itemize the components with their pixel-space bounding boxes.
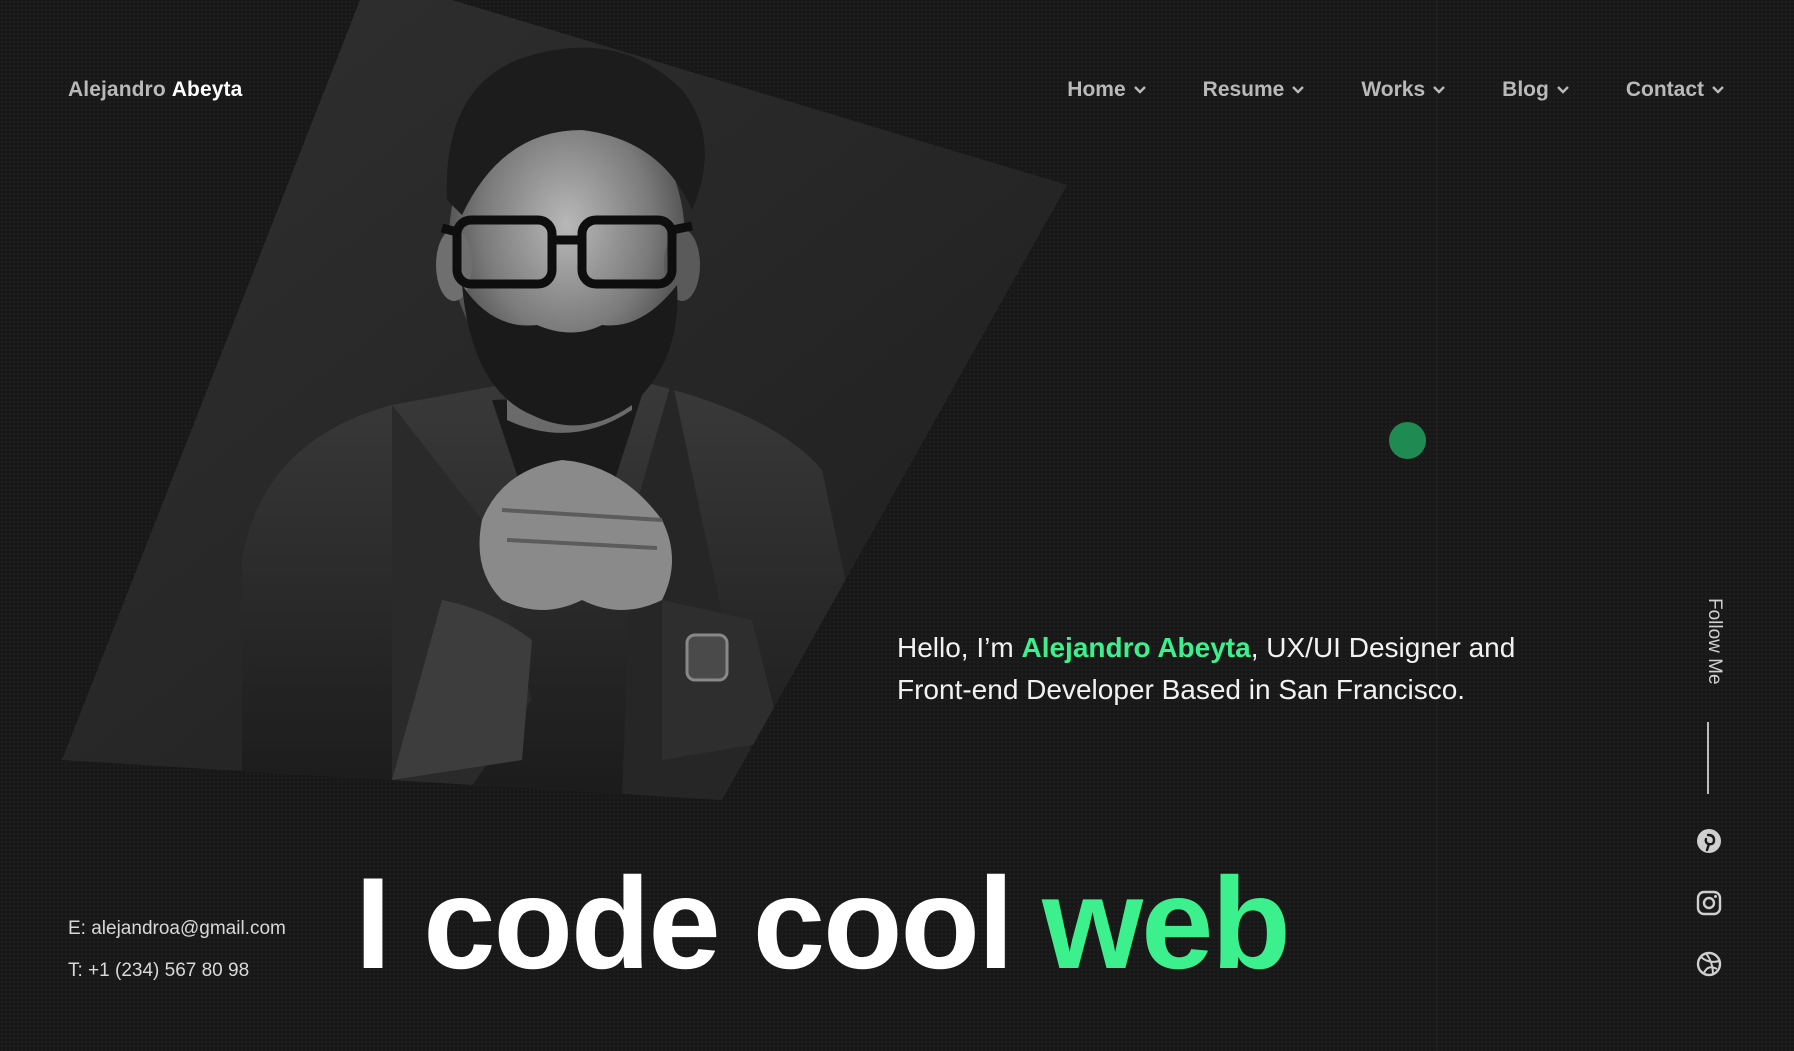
nav-item-resume[interactable]: Resume bbox=[1203, 78, 1307, 102]
nav-item-label: Contact bbox=[1625, 78, 1704, 101]
nav-item-label: Home bbox=[1067, 78, 1126, 101]
intro-prefix: Hello, I’m bbox=[897, 632, 1022, 663]
brand-last-name: Abeyta bbox=[171, 78, 243, 101]
chevron-down-icon bbox=[1433, 86, 1446, 94]
intro-name: Alejandro Abeyta bbox=[1021, 632, 1251, 663]
chevron-down-icon bbox=[1556, 86, 1569, 94]
nav-item-contact[interactable]: Contact bbox=[1626, 78, 1726, 102]
intro-text: Hello, I’m Alejandro Abeyta, UX/UI Desig… bbox=[897, 627, 1517, 711]
cursor-dot bbox=[1389, 422, 1426, 459]
dribbble-icon[interactable] bbox=[1695, 950, 1723, 978]
hero-headline: I code cool web bbox=[355, 858, 1291, 988]
nav-item-home[interactable]: Home bbox=[1067, 78, 1147, 102]
pinterest-icon[interactable] bbox=[1695, 827, 1723, 855]
main-nav: Home Resume Works Blog Contact bbox=[1067, 78, 1726, 102]
brand-logo[interactable]: Alejandro Abeyta bbox=[68, 78, 242, 102]
instagram-icon[interactable] bbox=[1695, 889, 1723, 917]
contact-info: E: alejandroa@gmail.com T: +1 (234) 567 … bbox=[68, 908, 286, 992]
follow-me-label: Follow Me bbox=[1704, 598, 1725, 685]
nav-item-label: Blog bbox=[1502, 78, 1549, 101]
nav-item-blog[interactable]: Blog bbox=[1502, 78, 1571, 102]
chevron-down-icon bbox=[1133, 86, 1146, 94]
nav-item-works[interactable]: Works bbox=[1361, 78, 1447, 102]
contact-phone[interactable]: T: +1 (234) 567 80 98 bbox=[68, 950, 286, 992]
headline-green: web bbox=[1042, 850, 1291, 996]
chevron-down-icon bbox=[1292, 86, 1305, 94]
chevron-down-icon bbox=[1712, 86, 1724, 94]
nav-item-label: Works bbox=[1361, 78, 1426, 101]
contact-email[interactable]: E: alejandroa@gmail.com bbox=[68, 908, 286, 950]
nav-item-label: Resume bbox=[1202, 78, 1285, 101]
headline-white: I code cool bbox=[355, 850, 1014, 996]
follow-divider bbox=[1707, 722, 1709, 794]
brand-first-name: Alejandro bbox=[68, 78, 166, 101]
grid-line bbox=[1436, 0, 1437, 1051]
